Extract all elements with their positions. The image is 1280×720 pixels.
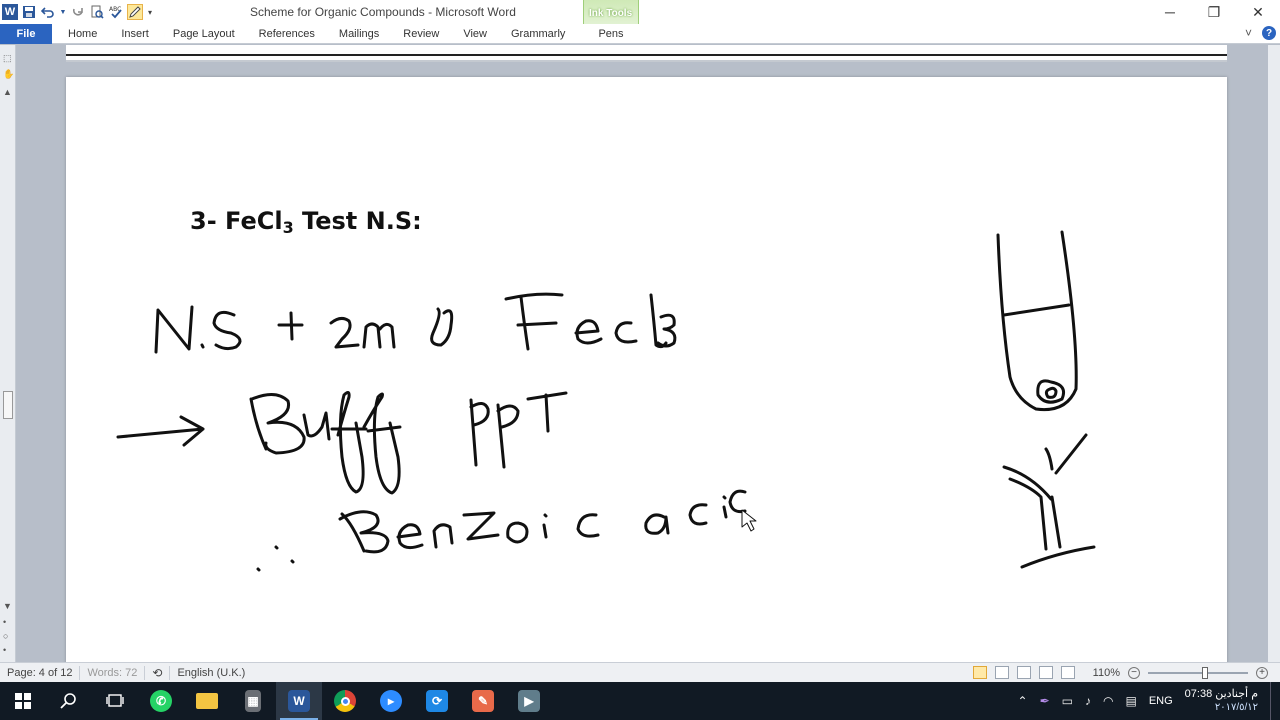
vertical-scrollbar[interactable]: [1268, 45, 1280, 662]
spelling-icon[interactable]: ABC: [108, 4, 124, 20]
close-button[interactable]: ✕: [1236, 0, 1280, 24]
tab-view[interactable]: View: [451, 24, 499, 44]
ink-tools-label: Ink Tools: [589, 8, 633, 19]
battery-icon[interactable]: ▭: [1062, 694, 1073, 708]
status-bar: Page: 4 of 12 Words: 72 ⟲ English (U.K.)…: [0, 662, 1280, 682]
pen-tray-icon[interactable]: ✒: [1040, 694, 1050, 708]
tab-grammarly[interactable]: Grammarly: [499, 24, 577, 44]
wifi-icon[interactable]: ◠: [1103, 694, 1113, 708]
app-icon[interactable]: ⟳: [414, 682, 460, 720]
window-controls: ─ ❐ ✕: [1148, 0, 1280, 24]
customize-qat-icon[interactable]: ▾: [146, 4, 154, 20]
help-icon[interactable]: ?: [1262, 26, 1276, 40]
language-indicator[interactable]: English (U.K.): [170, 666, 252, 680]
next-page-icon[interactable]: •: [3, 645, 6, 655]
zoom-slider-track: [1148, 671, 1248, 674]
ribbon-collapse-icon[interactable]: ˅: [1245, 26, 1252, 40]
previous-page-bottom: [66, 45, 1227, 62]
redo-icon[interactable]: [70, 4, 86, 20]
ink-line-2: [116, 390, 568, 495]
browse-object-icon[interactable]: ○: [3, 631, 8, 641]
taskbar: ✆ ▦ W ▸ ⟳ ✎ ▶ ⌃ ✒ ▭ ♪ ◠ ▤ ENG 07:38 م أج…: [0, 682, 1280, 720]
title-bar: W ▼ ABC ▾ Scheme for Organic Compounds -…: [0, 0, 1280, 24]
zoom-app-icon[interactable]: ▸: [368, 682, 414, 720]
notification-icon[interactable]: ▤: [1125, 694, 1136, 708]
ribbon-tabs: File Home Insert Page Layout References …: [0, 24, 624, 44]
ink-annotations: [116, 230, 1096, 572]
previous-page-icon[interactable]: •: [3, 617, 6, 627]
tab-references[interactable]: References: [247, 24, 327, 44]
zoom-level[interactable]: 110%: [1093, 667, 1120, 679]
clock-day: أجنادين: [1215, 688, 1249, 700]
tab-mailings[interactable]: Mailings: [327, 24, 391, 44]
windows-logo-icon: [15, 693, 31, 709]
maximize-button[interactable]: ❐: [1192, 0, 1236, 24]
tab-home[interactable]: Home: [52, 24, 109, 44]
page-count[interactable]: Page: 4 of 12: [0, 665, 81, 680]
zoom-slider[interactable]: [1148, 666, 1248, 679]
system-tray: ⌃ ✒ ▭ ♪ ◠ ▤ ENG 07:38 م أجنادين ٢٠١٧/٥/١…: [1018, 682, 1280, 720]
word-icon[interactable]: W: [276, 682, 322, 720]
paint-icon[interactable]: ✎: [460, 682, 506, 720]
tab-page-layout[interactable]: Page Layout: [161, 24, 247, 44]
volume-icon[interactable]: ♪: [1085, 694, 1091, 708]
tab-insert[interactable]: Insert: [109, 24, 161, 44]
chrome-icon[interactable]: [322, 682, 368, 720]
hand-icon[interactable]: ✋: [3, 69, 14, 80]
zoom-out-button[interactable]: −: [1128, 666, 1140, 679]
page-border-line: [66, 54, 1227, 56]
file-explorer-icon[interactable]: [184, 682, 230, 720]
save-icon[interactable]: [21, 4, 37, 20]
scroll-down-icon[interactable]: ▼: [3, 601, 12, 611]
tab-file[interactable]: File: [0, 24, 52, 44]
word-app-icon[interactable]: W: [2, 4, 18, 20]
outline-view-button[interactable]: [1038, 666, 1053, 679]
test-tube-drawing: [996, 230, 1096, 569]
left-tool-strip: ⬚ ✋ ▲ ▼ • ○ •: [0, 45, 16, 662]
word-count[interactable]: Words: 72: [80, 665, 146, 680]
web-layout-view-button[interactable]: [1016, 666, 1031, 679]
print-layout-view-button[interactable]: [972, 666, 987, 679]
ribbon: File Home Insert Page Layout References …: [0, 24, 1280, 44]
print-preview-icon[interactable]: [89, 4, 105, 20]
undo-icon[interactable]: [40, 4, 56, 20]
full-screen-reading-view-button[interactable]: [994, 666, 1009, 679]
input-language[interactable]: ENG: [1149, 695, 1173, 707]
ribbon-right-controls: ˅ ?: [1245, 26, 1276, 40]
task-view-icon[interactable]: [92, 682, 138, 720]
show-hidden-icons-icon[interactable]: ⌃: [1018, 694, 1028, 708]
zoom-slider-thumb[interactable]: [1202, 666, 1208, 679]
tab-pens[interactable]: Pens: [584, 24, 638, 44]
draft-view-button[interactable]: [1060, 666, 1075, 679]
tab-review[interactable]: Review: [391, 24, 451, 44]
whatsapp-icon[interactable]: ✆: [138, 682, 184, 720]
show-desktop-button[interactable]: [1270, 682, 1274, 720]
quick-access-toolbar: W ▼ ABC ▾: [0, 0, 154, 24]
scroll-up-icon[interactable]: ▲: [3, 87, 12, 97]
zoom-in-button[interactable]: +: [1256, 666, 1268, 679]
start-button[interactable]: [0, 682, 46, 720]
window-title: Scheme for Organic Compounds - Microsoft…: [250, 5, 516, 19]
clock-date: ٢٠١٧/٥/١٢: [1214, 702, 1258, 713]
pen-icon[interactable]: [127, 4, 143, 20]
document-page[interactable]: 3- FeCl3 Test N.S:: [66, 77, 1227, 667]
video-icon[interactable]: ▶: [506, 682, 552, 720]
calculator-icon[interactable]: ▦: [230, 682, 276, 720]
view-and-zoom-controls: 110% − +: [972, 666, 1268, 679]
search-icon[interactable]: [46, 682, 92, 720]
scroll-thumb[interactable]: [3, 391, 13, 419]
ink-line-1: [154, 292, 677, 354]
chevron-down-icon[interactable]: ▼: [59, 4, 67, 20]
proofing-icon[interactable]: ⟲: [145, 665, 171, 680]
ink-line-3: [256, 489, 747, 572]
minimize-button[interactable]: ─: [1148, 0, 1192, 24]
select-objects-icon[interactable]: ⬚: [3, 53, 12, 64]
clock[interactable]: 07:38 م أجنادين ٢٠١٧/٥/١٢: [1185, 688, 1258, 714]
mouse-cursor-icon: [741, 509, 757, 532]
